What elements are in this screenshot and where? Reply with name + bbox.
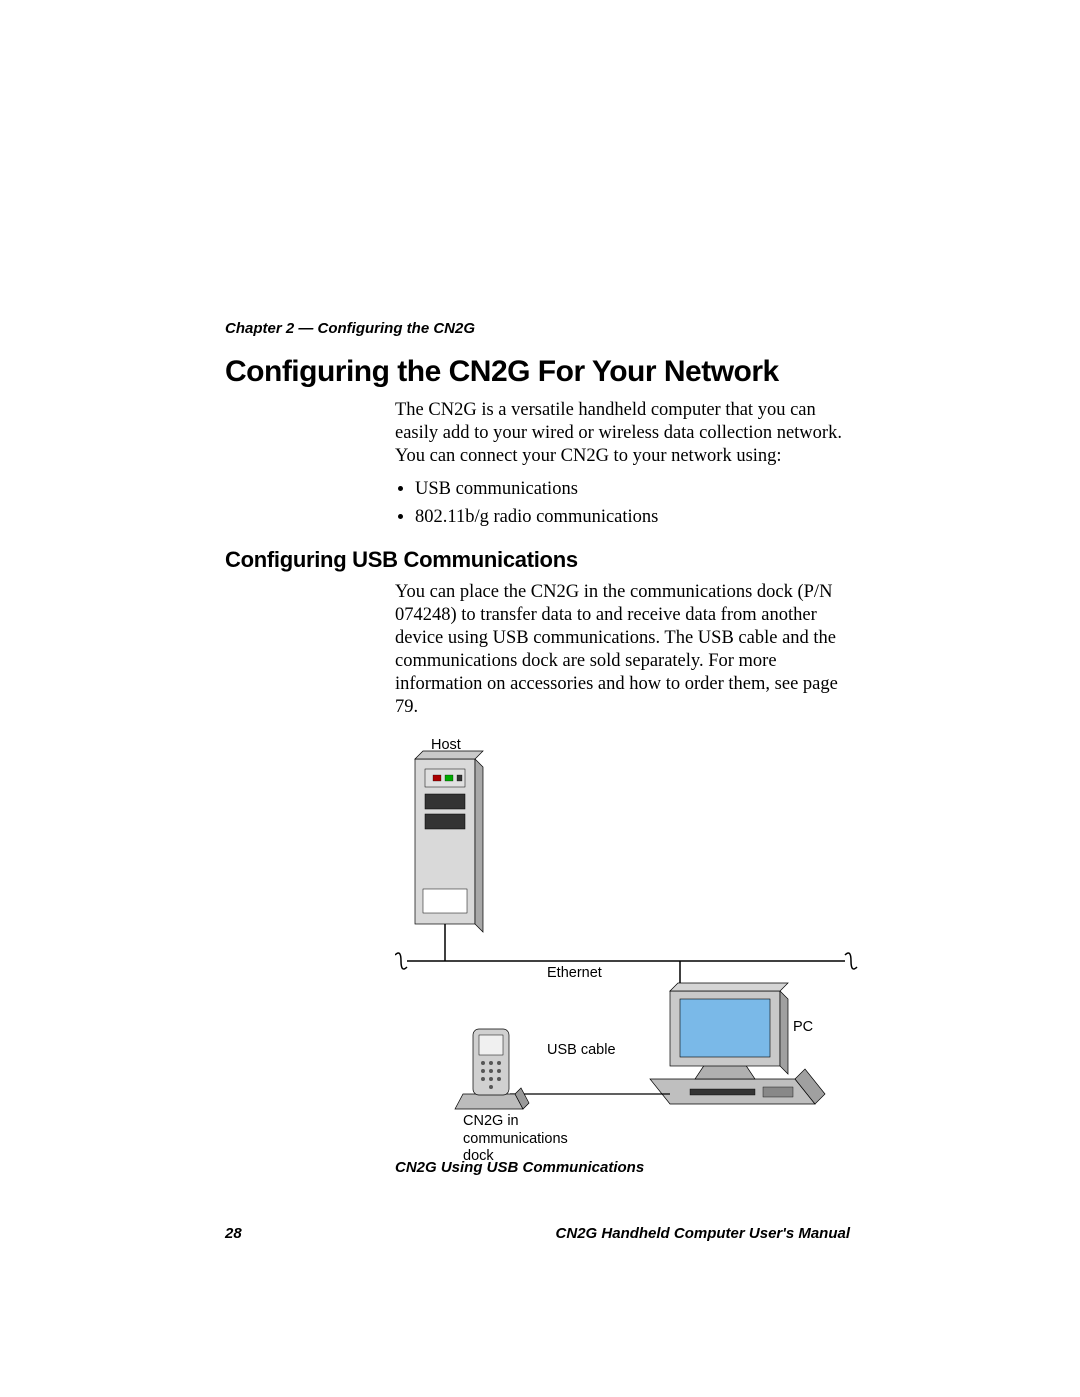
intro-paragraph: The CN2G is a versatile handheld compute… [395,399,850,468]
heading-sub: Configuring USB Communications [225,547,850,573]
network-diagram: Host Ethernet PC USB cable CN2G in commu… [395,739,860,1149]
usb-paragraph: You can place the CN2G in the communicat… [395,581,850,720]
chapter-label: Chapter 2 — Configuring the CN2G [225,320,850,337]
diagram-usb-cable-label: USB cable [547,1042,616,1059]
diagram-ethernet-label: Ethernet [547,965,602,982]
bullet-item: USB communications [415,478,850,501]
cn2g-dock-icon [455,1029,529,1109]
ethernet-line-icon [395,953,857,969]
pc-icon [650,983,825,1104]
heading-main: Configuring the CN2G For Your Network [225,355,850,389]
diagram-host-label: Host [431,737,461,754]
bullet-item: 802.11b/g radio communications [415,506,850,529]
manual-title: CN2G Handheld Computer User's Manual [556,1225,850,1242]
host-computer-icon [415,751,483,932]
page-number: 28 [225,1225,242,1242]
diagram-cn2g-dock-label: CN2G in communications dock [463,1113,583,1165]
diagram-pc-label: PC [793,1019,813,1036]
